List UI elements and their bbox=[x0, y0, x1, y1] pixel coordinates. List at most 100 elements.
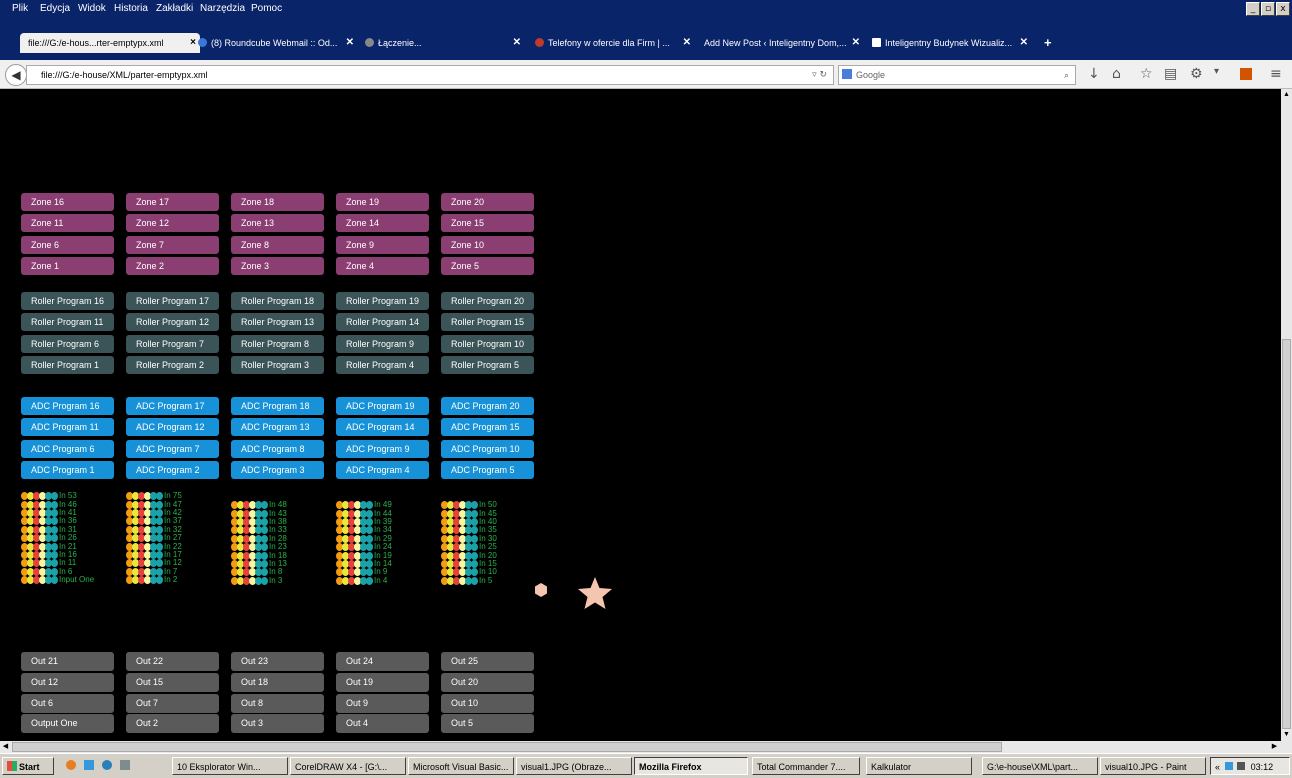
home-icon[interactable]: ⌂ bbox=[1112, 66, 1121, 82]
tray-expand-icon[interactable]: « bbox=[1215, 762, 1220, 772]
roller-program-button[interactable]: Roller Program 18 bbox=[231, 292, 324, 310]
search-box[interactable]: Google ⌕ bbox=[838, 65, 1076, 85]
zone-button[interactable]: Zone 10 bbox=[441, 235, 534, 254]
input-row[interactable]: In 5 bbox=[441, 576, 531, 585]
input-row[interactable]: Input One bbox=[21, 576, 111, 585]
scroll-thumb[interactable] bbox=[1282, 339, 1291, 729]
input-row[interactable]: In 4 bbox=[336, 576, 426, 585]
adc-program-button[interactable]: ADC Program 13 bbox=[231, 418, 324, 437]
output-button[interactable]: Out 15 bbox=[126, 672, 219, 692]
menu-zakladki[interactable]: Zakładki bbox=[156, 3, 193, 14]
taskbar-item-coreldraw[interactable]: CorelDRAW X4 - [G:\... bbox=[290, 757, 406, 775]
menu-widok[interactable]: Widok bbox=[78, 3, 106, 14]
menu-plik[interactable]: Plik bbox=[12, 3, 28, 14]
output-button[interactable]: Out 10 bbox=[441, 693, 534, 713]
hexagon-shape[interactable] bbox=[533, 582, 549, 603]
zone-button[interactable]: Zone 20 bbox=[441, 193, 534, 211]
output-button[interactable]: Out 24 bbox=[336, 652, 429, 671]
horizontal-scrollbar[interactable]: ◀ ▶ bbox=[0, 741, 1292, 753]
roller-program-button[interactable]: Roller Program 2 bbox=[126, 355, 219, 374]
reload-icon[interactable]: ▿ ↻ bbox=[812, 66, 827, 84]
maximize-button[interactable]: ▫ bbox=[1261, 2, 1275, 16]
output-button[interactable]: Out 23 bbox=[231, 652, 324, 671]
roller-program-button[interactable]: Roller Program 5 bbox=[441, 355, 534, 374]
taskbar-item-calculator[interactable]: Kalkulator bbox=[866, 757, 972, 775]
roller-program-button[interactable]: Roller Program 17 bbox=[126, 292, 219, 310]
adc-program-button[interactable]: ADC Program 20 bbox=[441, 397, 534, 415]
vertical-scrollbar[interactable]: ▲ ▼ bbox=[1281, 89, 1292, 741]
zone-button[interactable]: Zone 16 bbox=[21, 193, 114, 211]
zone-button[interactable]: Zone 7 bbox=[126, 235, 219, 254]
zone-button[interactable]: Zone 15 bbox=[441, 214, 534, 233]
output-button[interactable]: Out 21 bbox=[21, 652, 114, 671]
adc-program-button[interactable]: ADC Program 12 bbox=[126, 418, 219, 437]
close-icon[interactable]: ✕ bbox=[346, 34, 354, 52]
taskbar-item-firefox[interactable]: Mozilla Firefox bbox=[634, 757, 748, 775]
roller-program-button[interactable]: Roller Program 3 bbox=[231, 355, 324, 374]
adc-program-button[interactable]: ADC Program 18 bbox=[231, 397, 324, 415]
back-button[interactable]: ◀ bbox=[5, 64, 27, 86]
roller-program-button[interactable]: Roller Program 12 bbox=[126, 313, 219, 332]
adc-program-button[interactable]: ADC Program 7 bbox=[126, 439, 219, 458]
zone-button[interactable]: Zone 18 bbox=[231, 193, 324, 211]
adc-program-button[interactable]: ADC Program 8 bbox=[231, 439, 324, 458]
roller-program-button[interactable]: Roller Program 1 bbox=[21, 355, 114, 374]
close-window-button[interactable]: x bbox=[1276, 2, 1290, 16]
adc-program-button[interactable]: ADC Program 16 bbox=[21, 397, 114, 415]
adc-program-button[interactable]: ADC Program 6 bbox=[21, 439, 114, 458]
output-button[interactable]: Out 18 bbox=[231, 672, 324, 692]
tab-3[interactable]: Telefony w ofercie dla Firm | ... ✕ bbox=[535, 34, 695, 52]
dropdown-icon[interactable]: ▾ bbox=[1214, 66, 1219, 77]
bookmarks-list-icon[interactable]: ▤ bbox=[1164, 66, 1177, 82]
roller-program-button[interactable]: Roller Program 11 bbox=[21, 313, 114, 332]
network-quicklaunch-icon[interactable] bbox=[120, 760, 130, 770]
zone-button[interactable]: Zone 2 bbox=[126, 256, 219, 275]
close-icon[interactable]: ✕ bbox=[852, 34, 860, 52]
output-button[interactable]: Out 6 bbox=[21, 693, 114, 713]
roller-program-button[interactable]: Roller Program 14 bbox=[336, 313, 429, 332]
menu-edycja[interactable]: Edycja bbox=[40, 3, 70, 14]
menu-narzedzia[interactable]: Narzędzia bbox=[200, 3, 245, 14]
adc-program-button[interactable]: ADC Program 2 bbox=[126, 460, 219, 479]
zone-button[interactable]: Zone 19 bbox=[336, 193, 429, 211]
scroll-down-icon[interactable]: ▼ bbox=[1281, 729, 1292, 741]
bookmark-star-icon[interactable]: ☆ bbox=[1140, 66, 1153, 82]
zone-button[interactable]: Zone 12 bbox=[126, 214, 219, 233]
roller-program-button[interactable]: Roller Program 7 bbox=[126, 334, 219, 353]
ie-quicklaunch-icon[interactable] bbox=[102, 760, 112, 770]
output-button[interactable]: Output One bbox=[21, 714, 114, 734]
star-shape[interactable] bbox=[576, 575, 614, 616]
close-icon[interactable]: ✕ bbox=[1020, 34, 1028, 52]
roller-program-button[interactable]: Roller Program 4 bbox=[336, 355, 429, 374]
output-button[interactable]: Out 20 bbox=[441, 672, 534, 692]
zone-button[interactable]: Zone 17 bbox=[126, 193, 219, 211]
adc-program-button[interactable]: ADC Program 19 bbox=[336, 397, 429, 415]
new-tab-button[interactable]: + bbox=[1044, 34, 1058, 52]
roller-program-button[interactable]: Roller Program 13 bbox=[231, 313, 324, 332]
zone-button[interactable]: Zone 6 bbox=[21, 235, 114, 254]
roller-program-button[interactable]: Roller Program 9 bbox=[336, 334, 429, 353]
output-button[interactable]: Out 22 bbox=[126, 652, 219, 671]
adc-program-button[interactable]: ADC Program 10 bbox=[441, 439, 534, 458]
roller-program-button[interactable]: Roller Program 10 bbox=[441, 334, 534, 353]
volume-icon[interactable] bbox=[1224, 762, 1233, 770]
adc-program-button[interactable]: ADC Program 14 bbox=[336, 418, 429, 437]
tab-0[interactable]: file:///G:/e-hous...rter-emptypx.xml × bbox=[20, 33, 200, 53]
adc-program-button[interactable]: ADC Program 4 bbox=[336, 460, 429, 479]
adc-program-button[interactable]: ADC Program 9 bbox=[336, 439, 429, 458]
search-icon[interactable]: ⌕ bbox=[1064, 66, 1069, 84]
zone-button[interactable]: Zone 1 bbox=[21, 256, 114, 275]
taskbar-item-folder[interactable]: G:\e-house\XML\part... bbox=[982, 757, 1098, 775]
zone-button[interactable]: Zone 11 bbox=[21, 214, 114, 233]
output-button[interactable]: Out 8 bbox=[231, 693, 324, 713]
scroll-left-icon[interactable]: ◀ bbox=[0, 741, 11, 753]
close-icon[interactable]: ✕ bbox=[683, 34, 691, 52]
adc-program-button[interactable]: ADC Program 17 bbox=[126, 397, 219, 415]
roller-program-button[interactable]: Roller Program 8 bbox=[231, 334, 324, 353]
output-button[interactable]: Out 25 bbox=[441, 652, 534, 671]
output-button[interactable]: Out 3 bbox=[231, 714, 324, 734]
tab-2[interactable]: Łączenie... ✕ bbox=[365, 34, 525, 52]
zone-button[interactable]: Zone 13 bbox=[231, 214, 324, 233]
scroll-up-icon[interactable]: ▲ bbox=[1281, 89, 1292, 101]
output-button[interactable]: Out 2 bbox=[126, 714, 219, 734]
